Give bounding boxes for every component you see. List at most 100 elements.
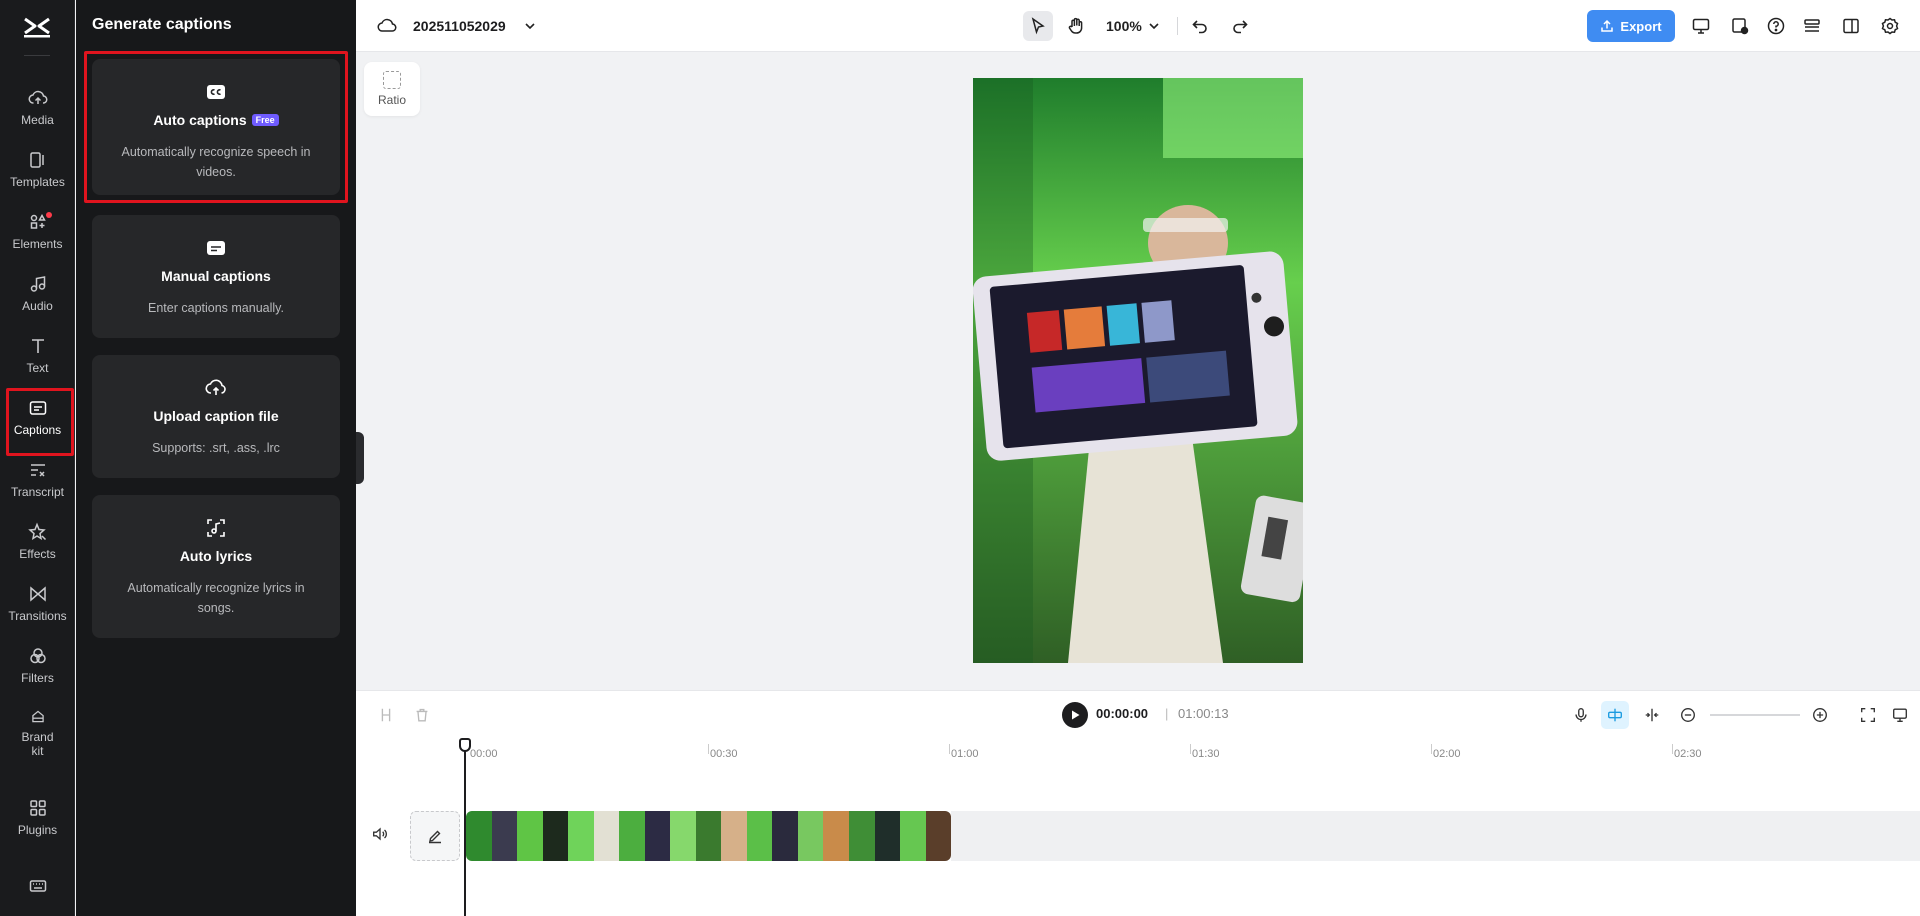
rail-item-text[interactable]: Text — [0, 328, 75, 386]
rail-item-transcript[interactable]: Transcript — [0, 452, 75, 510]
project-menu-button[interactable] — [520, 16, 540, 36]
card-title: Upload caption file — [153, 408, 278, 424]
cloud-sync-icon — [377, 18, 397, 32]
rail-item-plugins[interactable]: Plugins — [0, 790, 75, 848]
timeline[interactable]: 00:00 00:30 01:00 01:30 02:00 02:30 — [356, 738, 1920, 916]
fullscreen-icon — [1861, 708, 1875, 722]
fit-timeline-button[interactable] — [1858, 705, 1878, 725]
rail-label: Brand kit — [21, 730, 54, 758]
brand-kit-icon — [31, 710, 44, 723]
rail-item-media[interactable]: Media — [0, 80, 75, 138]
split-button[interactable] — [376, 705, 396, 725]
keyboard-icon — [29, 880, 46, 892]
effects-icon — [27, 522, 46, 541]
manual-captions-card[interactable]: Manual captions Enter captions manually. — [92, 215, 340, 338]
export-label: Export — [1620, 18, 1662, 34]
hand-tool-button[interactable] — [1061, 11, 1091, 41]
speaker-icon — [373, 827, 387, 841]
timeline-zoom-slider[interactable] — [1710, 714, 1800, 716]
link-split-icon — [1645, 708, 1659, 722]
export-button[interactable]: Export — [1587, 10, 1675, 42]
ruler-label: 01:00 — [951, 748, 979, 760]
help-button[interactable] — [1765, 15, 1787, 37]
record-voice-button[interactable] — [1571, 705, 1591, 725]
lyrics-scan-icon — [207, 519, 225, 537]
rail-divider — [24, 55, 50, 56]
rail-item-filters[interactable]: Filters — [0, 638, 75, 696]
card-title: Auto lyrics — [180, 548, 252, 564]
subtitle-icon — [207, 241, 225, 255]
auto-captions-card[interactable]: Auto captions Free Automatically recogni… — [84, 51, 348, 203]
card-title-text: Auto lyrics — [179, 548, 253, 564]
playhead[interactable] — [464, 738, 466, 916]
video-preview[interactable] — [973, 78, 1303, 663]
rail-item-audio[interactable]: Audio — [0, 266, 75, 324]
card-title: Auto captions Free — [153, 112, 279, 128]
brand-check-button[interactable] — [1729, 15, 1751, 37]
ruler-label: 00:00 — [470, 748, 498, 760]
microphone-icon — [1575, 708, 1587, 722]
card-description: Supports: .srt, .ass, .lrc — [152, 441, 280, 455]
ruler-tick — [708, 744, 709, 754]
snap-icon — [1608, 708, 1622, 722]
auto-lyrics-card[interactable]: Auto lyrics Automatically recognize lyri… — [92, 495, 340, 638]
rail-item-transitions[interactable]: Transitions — [0, 576, 75, 634]
rail-item-elements[interactable]: Elements — [0, 204, 75, 262]
layers-icon — [1804, 19, 1820, 32]
split-icon — [381, 708, 391, 722]
plus-circle-icon — [1813, 708, 1827, 722]
play-button[interactable] — [1062, 702, 1088, 728]
left-rail: Media Templates Elements Audio Text Capt… — [0, 0, 75, 916]
cloud-upload-icon — [205, 379, 226, 395]
layers-button[interactable] — [1801, 15, 1823, 37]
templates-icon — [29, 152, 44, 168]
capcut-logo — [24, 17, 50, 38]
zoom-in-button[interactable] — [1810, 705, 1830, 725]
ruler-tick — [949, 744, 950, 754]
rail-label: Elements — [12, 237, 63, 251]
zoom-out-button[interactable] — [1678, 705, 1698, 725]
link-clips-button[interactable] — [1642, 705, 1662, 725]
ratio-button[interactable]: Ratio — [364, 62, 420, 116]
total-duration: 01:00:13 — [1178, 706, 1229, 721]
hand-icon — [1068, 17, 1083, 34]
aspect-ratio-icon — [383, 71, 401, 89]
rail-item-effects[interactable]: Effects — [0, 514, 75, 572]
undo-button[interactable] — [1189, 15, 1211, 37]
panel-collapse-handle[interactable] — [356, 432, 364, 484]
mute-track-button[interactable] — [370, 824, 390, 844]
keyboard-shortcuts-button[interactable] — [0, 872, 75, 902]
plugins-icon — [29, 800, 46, 816]
settings-button[interactable] — [1879, 15, 1901, 37]
rail-label: Filters — [21, 671, 54, 685]
elements-icon — [30, 213, 46, 229]
trash-icon — [416, 708, 428, 722]
filters-icon — [29, 648, 46, 664]
rail-item-captions[interactable]: Captions — [0, 388, 75, 456]
rail-item-templates[interactable]: Templates — [0, 142, 75, 200]
delete-button[interactable] — [412, 705, 432, 725]
upload-caption-file-card[interactable]: Upload caption file Supports: .srt, .ass… — [92, 355, 340, 478]
present-button[interactable] — [1690, 15, 1712, 37]
layout-toggle-button[interactable] — [1840, 15, 1862, 37]
edit-cover-button[interactable] — [410, 811, 460, 861]
select-tool-button[interactable] — [1023, 11, 1053, 41]
rail-label: Transitions — [8, 609, 67, 623]
redo-icon — [1233, 20, 1248, 34]
card-title-text: Manual captions — [161, 268, 271, 284]
video-clip[interactable] — [466, 811, 951, 861]
zoom-dropdown-button[interactable] — [1144, 16, 1164, 36]
video-frame — [973, 78, 1303, 663]
gear-icon — [1881, 17, 1899, 35]
card-description: Automatically recognize speech in videos… — [121, 145, 311, 179]
rail-label: Effects — [19, 547, 56, 561]
playhead-handle[interactable] — [459, 738, 471, 752]
captions-panel: Generate captions Auto captions Free Aut… — [76, 0, 356, 916]
redo-button[interactable] — [1229, 15, 1251, 37]
zoom-level[interactable]: 100% — [1106, 16, 1142, 36]
magnet-snap-button[interactable] — [1601, 701, 1629, 729]
timeline-view-button[interactable] — [1890, 705, 1910, 725]
project-name[interactable]: 202511052029 — [413, 16, 506, 36]
rail-item-brand-kit[interactable]: Brand kit — [0, 700, 75, 758]
cloud-sync-button[interactable] — [376, 15, 398, 37]
